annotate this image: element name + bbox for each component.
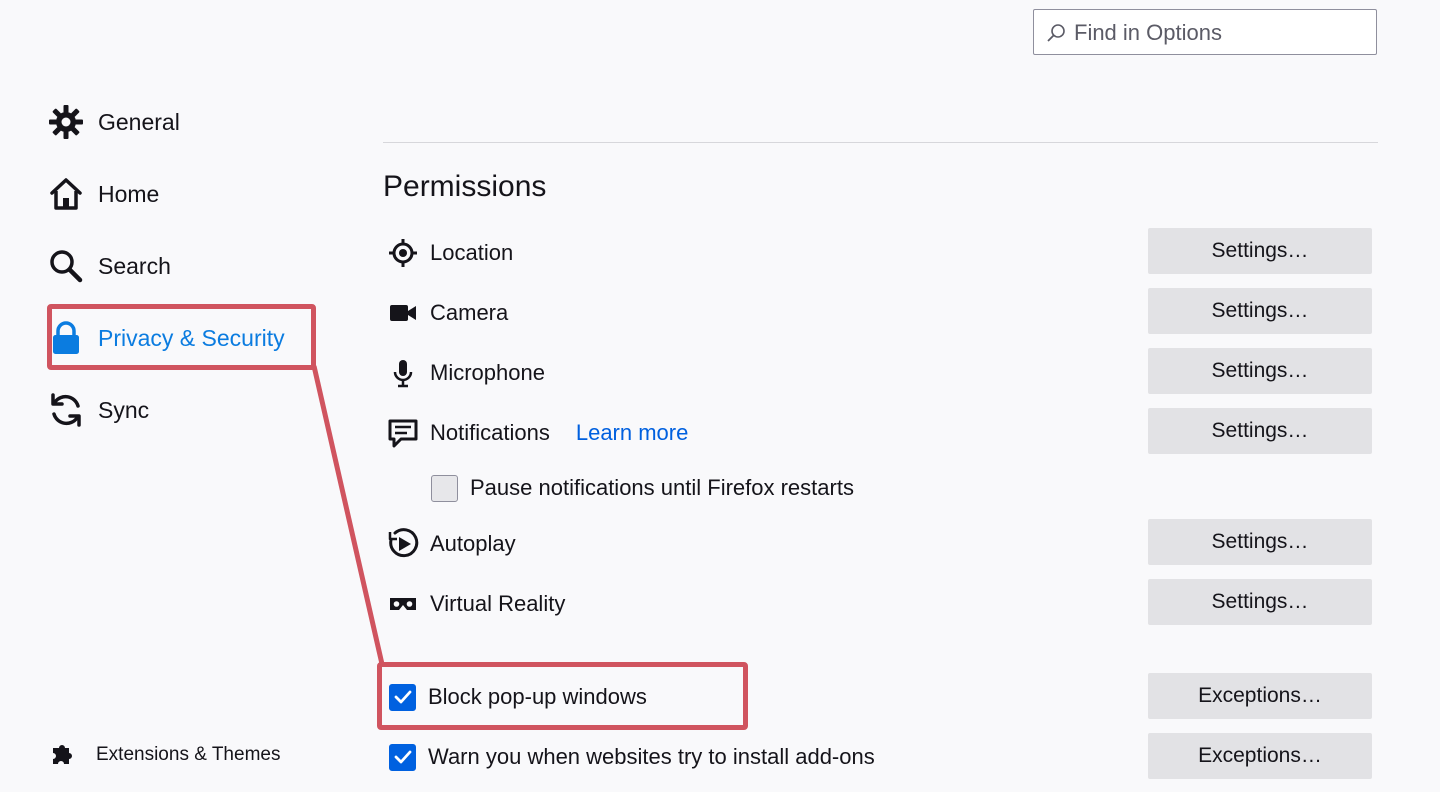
annotation-box-block-popups [377, 662, 748, 730]
annotation-box-privacy [47, 304, 316, 370]
